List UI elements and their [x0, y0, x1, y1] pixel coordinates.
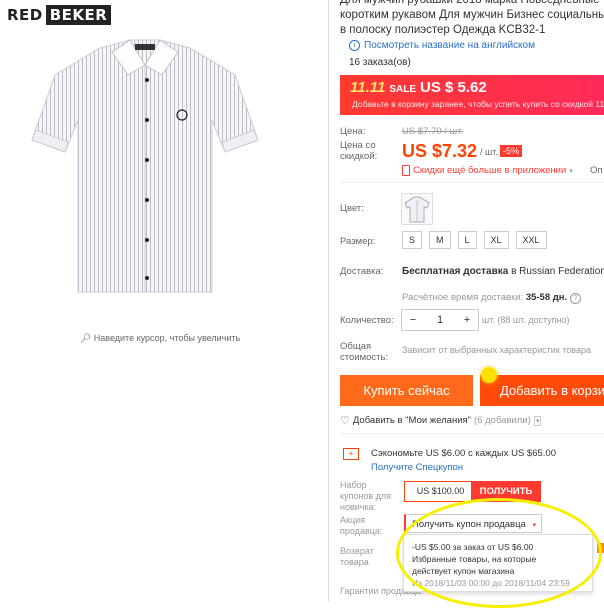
get-special-coupon-link[interactable]: Получите Спецкупон	[371, 462, 463, 473]
shipping-destination: в Russian Federation сл	[511, 266, 604, 277]
product-image[interactable]	[30, 30, 260, 295]
return-label: Возврат товара	[340, 546, 390, 568]
discount-badge: -5%	[500, 145, 523, 157]
divider	[340, 433, 604, 434]
per-piece: / шт.	[480, 147, 498, 157]
translate-link-text: Посмотреть название на английском	[364, 40, 535, 51]
store-logo[interactable]: RED BEKER	[4, 5, 112, 25]
sale-price: US $ 5.62	[419, 79, 487, 96]
newbie-coupons-label: Набор купонов для новичка:	[340, 480, 398, 513]
highlight-annotation	[396, 498, 602, 608]
coupon-icon: +	[343, 448, 359, 460]
quantity-minus-button[interactable]: −	[402, 314, 424, 326]
divider	[340, 182, 604, 183]
add-to-cart-button[interactable]: Добавить в корзи	[480, 375, 604, 406]
chevron-down-icon: ▾	[569, 167, 573, 175]
eta-label: Расчётное время доставки:	[402, 292, 524, 303]
product-title: Для мужчин рубашки 2018 марка Повседневн…	[340, 0, 604, 38]
chevron-down-icon: ▾	[533, 415, 542, 426]
quantity-stepper: − 1 +	[401, 309, 479, 331]
app-discount-text: Скидки ещё больше в приложении	[413, 165, 567, 176]
title-line: в полоску полиэстер Одежда KCB32-1	[340, 24, 546, 36]
orders-count: 16 заказа(ов)	[349, 57, 411, 68]
color-option-thumbnail[interactable]	[401, 193, 433, 225]
discount-price-label-text: Цена со скидкой:	[340, 140, 378, 162]
wishlist-text: Добавить в "Мои желания"	[352, 415, 472, 426]
total-note: Зависит от выбранных характеристик товар…	[402, 345, 591, 355]
total-label: Общая стоимость:	[340, 341, 390, 363]
logo-part-beker: BEKER	[45, 5, 112, 25]
shirt-image	[31, 39, 259, 293]
seller-label-text: Акция продавца:	[340, 515, 383, 536]
free-shipping: Бесплатная доставка	[402, 266, 509, 277]
wishlist-count: (6 добавили)	[474, 415, 531, 426]
quantity-available: шт. (88 шт. доступно)	[482, 315, 570, 325]
sale-note: Добавьте в корзину заранее, чтобы успеть…	[352, 99, 604, 109]
column-divider	[328, 0, 329, 602]
shipping-info[interactable]: Бесплатная доставка в Russian Federation…	[402, 266, 604, 277]
newbie-label-text: Набор купонов для новичка:	[340, 480, 392, 512]
size-label: Размер:	[340, 236, 376, 247]
title-line: Для мужчин рубашки 2018 марка Повседневн…	[340, 0, 604, 6]
color-label: Цвет:	[340, 203, 364, 214]
buy-now-button[interactable]: Купить сейчас	[340, 375, 473, 406]
old-price: US $7.70 / шт.	[402, 126, 464, 137]
quantity-plus-button[interactable]: +	[456, 314, 478, 326]
quantity-label: Количество:	[340, 315, 394, 326]
sale-event: 11.11	[350, 79, 386, 96]
savings-offer: Сэкономьте US $6.00 с каждых US $65.00	[371, 448, 556, 459]
magnifier-icon: 🔎︎	[79, 333, 92, 343]
zoom-hint-text: Наведите курсор, чтобы увеличить	[93, 333, 241, 343]
quantity-input[interactable]: 1	[429, 314, 451, 326]
logo-part-red: RED	[4, 5, 46, 25]
shirt-thumbnail-icon	[404, 196, 430, 223]
eta-value: 35-58 дн.	[525, 292, 568, 303]
info-icon: i	[349, 40, 360, 51]
size-option-s[interactable]: S	[402, 231, 423, 249]
shipping-label: Доставка:	[340, 266, 384, 277]
app-more-text: Оп	[590, 165, 603, 176]
newbie-coupon-value: US $100.00	[404, 481, 477, 502]
zoom-hint: 🔎︎ Наведите курсор, чтобы увеличить	[0, 333, 320, 344]
size-option-xl[interactable]: XL	[483, 231, 509, 249]
return-label-text: Возврат товара	[340, 546, 374, 567]
app-discount-link[interactable]: Скидки ещё больше в приложении ▾	[402, 165, 573, 176]
add-to-wishlist-link[interactable]: ♡ Добавить в "Мои желания" (6 добавили) …	[340, 414, 542, 427]
price-label: Цена:	[340, 126, 366, 137]
sale-label: SALE	[389, 84, 416, 95]
translate-title-link[interactable]: i Посмотреть название на английском	[349, 40, 535, 51]
size-options: S M L XL XXL	[402, 231, 547, 249]
seller-promo-label: Акция продавца:	[340, 515, 390, 537]
size-option-xxl[interactable]: XXL	[515, 231, 547, 249]
discount-price-label: Цена со скидкой:	[340, 140, 390, 162]
size-option-l[interactable]: L	[457, 231, 477, 249]
title-line: коротким рукавом Для мужчин Бизнес социа…	[340, 9, 604, 21]
sale-banner: 11.11 SALE US $ 5.62 Добавьте в корзину …	[340, 75, 604, 115]
total-label-text: Общая стоимость:	[340, 341, 389, 363]
heart-icon: ♡	[340, 415, 350, 427]
phone-icon	[402, 165, 410, 176]
size-option-m[interactable]: M	[429, 231, 451, 249]
delivery-estimate: Расчётное время доставки: 35-58 дн. ?	[402, 292, 581, 304]
help-icon: ?	[569, 293, 581, 304]
highlight-dot	[481, 367, 497, 383]
current-price: US $7.32	[402, 141, 478, 161]
